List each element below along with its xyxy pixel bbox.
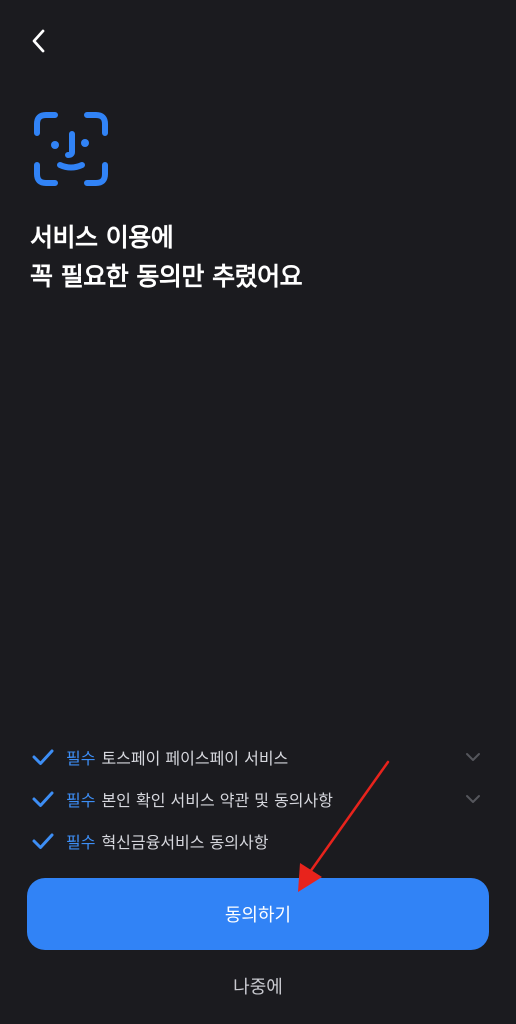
check-icon — [32, 833, 54, 849]
term-item-tosspay-facepay[interactable]: 필수 토스페이 페이스페이 서비스 — [30, 736, 490, 778]
page-title: 서비스 이용에 꼭 필요한 동의만 추렸어요 — [30, 218, 303, 296]
chevron-left-icon — [32, 29, 45, 53]
term-label: 토스페이 페이스페이 서비스 — [101, 749, 289, 768]
chevron-down-icon[interactable] — [464, 790, 482, 808]
agree-button[interactable]: 동의하기 — [27, 878, 489, 950]
term-label: 혁신금융서비스 동의사항 — [101, 833, 269, 852]
term-item-innovative-finance[interactable]: 필수 혁신금융서비스 동의사항 — [30, 820, 490, 862]
required-label: 필수 — [66, 749, 96, 768]
term-label: 본인 확인 서비스 약관 및 동의사항 — [101, 791, 333, 810]
back-button[interactable] — [22, 24, 56, 58]
title-line-1: 서비스 이용에 — [30, 223, 174, 252]
term-item-identity-verification[interactable]: 필수 본인 확인 서비스 약관 및 동의사항 — [30, 778, 490, 820]
face-id-icon — [34, 112, 108, 186]
required-label: 필수 — [66, 791, 96, 810]
required-label: 필수 — [66, 833, 96, 852]
check-icon — [32, 791, 54, 807]
title-line-2: 꼭 필요한 동의만 추렸어요 — [30, 262, 303, 291]
terms-list: 필수 토스페이 페이스페이 서비스 필수 본인 확인 서비스 약관 및 동의사항… — [30, 736, 490, 862]
chevron-down-icon[interactable] — [464, 748, 482, 766]
later-button[interactable]: 나중에 — [0, 966, 516, 1006]
check-icon — [32, 749, 54, 765]
